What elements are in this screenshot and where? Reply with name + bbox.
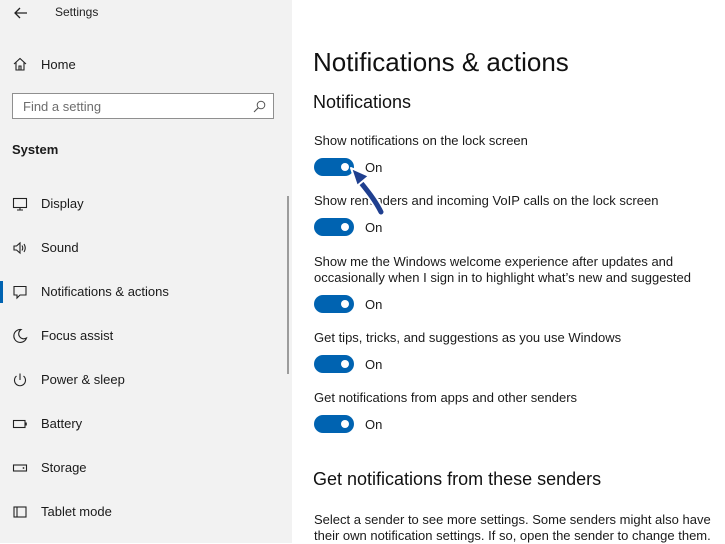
- monitor-icon: [12, 197, 28, 211]
- toggle-knob: [341, 163, 349, 171]
- sidebar-item-display[interactable]: Display: [0, 191, 286, 217]
- toggle-state-label: On: [365, 160, 383, 175]
- sidebar-item-label: Battery: [41, 416, 83, 431]
- home-nav-item[interactable]: Home: [12, 53, 282, 75]
- toggle-knob: [341, 360, 349, 368]
- setting-label-tips-tricks: Get tips, tricks, and suggestions as you…: [314, 330, 622, 345]
- sidebar-item-label: Storage: [41, 460, 87, 475]
- toggle-knob: [341, 420, 349, 428]
- section-title-notifications: Notifications: [313, 92, 412, 112]
- sidebar-item-label: Sound: [41, 240, 79, 255]
- search-input[interactable]: Find a setting: [12, 93, 274, 119]
- setting-label-welcome-experience: Show me the Windows welcome experience a…: [314, 254, 691, 285]
- home-label: Home: [41, 56, 76, 72]
- back-arrow-icon[interactable]: [12, 4, 30, 22]
- storage-icon: [12, 464, 28, 472]
- sidebar-item-label: Display: [41, 196, 84, 211]
- setting-label-reminders-voip: Show reminders and incoming VoIP calls o…: [314, 193, 659, 208]
- toggle-reminders-voip[interactable]: [314, 218, 354, 236]
- tablet-icon: [13, 506, 27, 518]
- toggle-knob: [341, 223, 349, 231]
- home-icon: [13, 57, 27, 71]
- toggle-state-label: On: [365, 357, 383, 372]
- sidebar-item-label: Tablet mode: [41, 504, 112, 519]
- toggle-state-label: On: [365, 417, 383, 432]
- toggle-apps-senders[interactable]: [314, 415, 354, 433]
- sidebar-item-battery[interactable]: Battery: [0, 411, 286, 437]
- main-content: Notifications & actions Notifications Sh…: [292, 0, 725, 543]
- sidebar-item-label: Power & sleep: [41, 372, 125, 387]
- toggle-state-label: On: [365, 297, 383, 312]
- sidebar-scrollbar[interactable]: [287, 196, 289, 374]
- toggle-state-label: On: [365, 220, 383, 235]
- sidebar-item-sound[interactable]: Sound: [0, 235, 286, 261]
- setting-label-apps-senders: Get notifications from apps and other se…: [314, 390, 578, 405]
- section-title-senders: Get notifications from these senders: [313, 469, 602, 489]
- toggle-welcome-experience[interactable]: [314, 295, 354, 313]
- sidebar-item-notifications[interactable]: Notifications & actions: [0, 279, 286, 305]
- setting-label-lock-screen: Show notifications on the lock screen: [314, 133, 528, 148]
- senders-description: Select a sender to see more settings. So…: [314, 512, 711, 543]
- toggle-tips-tricks[interactable]: [314, 355, 354, 373]
- sidebar-item-label: Focus assist: [41, 328, 114, 343]
- section-header: System: [12, 142, 59, 157]
- page-title: Notifications & actions: [313, 47, 569, 77]
- toggle-lock-screen-notifications[interactable]: [314, 158, 354, 176]
- moon-icon: [13, 328, 28, 344]
- sidebar-item-storage[interactable]: Storage: [0, 455, 286, 481]
- active-indicator: [0, 281, 3, 303]
- title-bar: Settings: [0, 0, 292, 26]
- search-icon[interactable]: [253, 100, 266, 113]
- app-title: Settings: [55, 5, 99, 19]
- notification-icon: [13, 285, 27, 300]
- sidebar-item-focus-assist[interactable]: Focus assist: [0, 323, 286, 349]
- sidebar-item-power-sleep[interactable]: Power & sleep: [0, 367, 286, 393]
- speaker-icon: [13, 241, 26, 255]
- power-icon: [14, 373, 26, 387]
- sidebar: Settings Home Find a setting System Disp…: [0, 0, 292, 543]
- search-placeholder: Find a setting: [23, 99, 102, 114]
- battery-icon: [12, 419, 27, 429]
- sidebar-item-label: Notifications & actions: [41, 284, 169, 299]
- sidebar-item-tablet-mode[interactable]: Tablet mode: [0, 499, 286, 525]
- toggle-knob: [341, 300, 349, 308]
